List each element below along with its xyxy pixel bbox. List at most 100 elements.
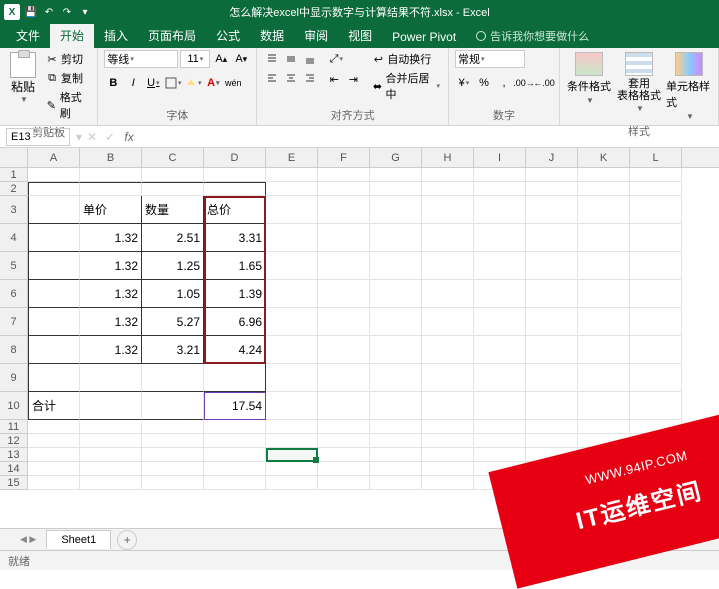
cell[interactable]: [370, 448, 422, 462]
sheet-nav-arrows[interactable]: ◀ ▶: [20, 534, 36, 545]
cell[interactable]: 单价: [80, 196, 142, 224]
col-header-a[interactable]: A: [28, 148, 80, 167]
cell[interactable]: [526, 252, 578, 280]
cell[interactable]: [578, 420, 630, 434]
cell[interactable]: [578, 462, 630, 476]
cell[interactable]: [474, 392, 526, 420]
cell[interactable]: 合计: [28, 392, 80, 420]
comma-format-button[interactable]: ,: [495, 74, 513, 92]
cell[interactable]: [80, 168, 142, 182]
cell[interactable]: [526, 168, 578, 182]
tell-me-search[interactable]: 告诉我你想要做什么: [476, 28, 589, 44]
cell[interactable]: [142, 364, 204, 392]
cell[interactable]: [526, 434, 578, 448]
number-format-select[interactable]: 常规: [455, 50, 525, 68]
increase-font-button[interactable]: A▴: [212, 50, 230, 68]
cell[interactable]: [266, 280, 318, 308]
cell[interactable]: [28, 196, 80, 224]
cell[interactable]: [630, 364, 682, 392]
cell[interactable]: [370, 252, 422, 280]
cell[interactable]: [318, 252, 370, 280]
col-header-d[interactable]: D: [204, 148, 266, 167]
align-bottom-button[interactable]: [301, 50, 319, 68]
cell[interactable]: [474, 476, 526, 490]
cell[interactable]: [28, 448, 80, 462]
cell[interactable]: [474, 462, 526, 476]
row-header[interactable]: 2: [0, 182, 28, 196]
cell[interactable]: [474, 280, 526, 308]
cell[interactable]: [526, 420, 578, 434]
cell[interactable]: [370, 196, 422, 224]
percent-format-button[interactable]: %: [475, 74, 493, 92]
cell[interactable]: [474, 252, 526, 280]
qat-redo-button[interactable]: ↷: [60, 5, 74, 19]
cell[interactable]: [630, 434, 682, 448]
merge-center-button[interactable]: ⬌合并后居中: [370, 69, 442, 103]
cell[interactable]: [142, 168, 204, 182]
cell[interactable]: 总价: [204, 196, 266, 224]
col-header-f[interactable]: F: [318, 148, 370, 167]
cell[interactable]: [318, 308, 370, 336]
align-center-button[interactable]: [282, 69, 300, 87]
cell[interactable]: [142, 434, 204, 448]
col-header-b[interactable]: B: [80, 148, 142, 167]
cell[interactable]: [266, 434, 318, 448]
cell[interactable]: [28, 182, 80, 196]
cell[interactable]: [80, 392, 142, 420]
cell[interactable]: [474, 196, 526, 224]
row-header[interactable]: 10: [0, 392, 28, 420]
cell[interactable]: 1.05: [142, 280, 204, 308]
cell[interactable]: [630, 448, 682, 462]
col-header-k[interactable]: K: [578, 148, 630, 167]
cell[interactable]: [526, 364, 578, 392]
cell[interactable]: [80, 434, 142, 448]
align-top-button[interactable]: [263, 50, 281, 68]
cut-button[interactable]: ✂剪切: [44, 50, 91, 68]
new-sheet-button[interactable]: +: [117, 530, 137, 550]
cell[interactable]: [204, 448, 266, 462]
cell[interactable]: 1.32: [80, 336, 142, 364]
cell[interactable]: 1.32: [80, 280, 142, 308]
align-right-button[interactable]: [301, 69, 319, 87]
cell[interactable]: [526, 280, 578, 308]
cell[interactable]: [266, 364, 318, 392]
cell[interactable]: [142, 182, 204, 196]
cell[interactable]: [474, 308, 526, 336]
cell[interactable]: [266, 308, 318, 336]
cell[interactable]: [526, 196, 578, 224]
cell[interactable]: [28, 252, 80, 280]
cell[interactable]: [422, 364, 474, 392]
cell[interactable]: [422, 420, 474, 434]
tab-home[interactable]: 开始: [50, 23, 94, 48]
cell[interactable]: [422, 224, 474, 252]
cell[interactable]: 1.65: [204, 252, 266, 280]
cell[interactable]: [630, 392, 682, 420]
cell[interactable]: [526, 336, 578, 364]
cell[interactable]: [370, 392, 422, 420]
cell[interactable]: [204, 434, 266, 448]
col-header-l[interactable]: L: [630, 148, 682, 167]
cell[interactable]: [578, 224, 630, 252]
cell[interactable]: [142, 462, 204, 476]
tab-insert[interactable]: 插入: [94, 23, 138, 48]
cell[interactable]: [422, 448, 474, 462]
cell[interactable]: [630, 462, 682, 476]
cell[interactable]: [142, 476, 204, 490]
cell[interactable]: [28, 224, 80, 252]
decrease-indent-button[interactable]: ⇤: [325, 70, 343, 88]
cell[interactable]: [266, 392, 318, 420]
cell[interactable]: [422, 182, 474, 196]
cell[interactable]: [266, 196, 318, 224]
cell[interactable]: [630, 476, 682, 490]
cell[interactable]: 1.32: [80, 224, 142, 252]
font-name-select[interactable]: 等线: [104, 50, 178, 68]
cell[interactable]: [266, 182, 318, 196]
col-header-i[interactable]: I: [474, 148, 526, 167]
cell[interactable]: [318, 392, 370, 420]
cell[interactable]: [630, 224, 682, 252]
row-header[interactable]: 11: [0, 420, 28, 434]
cell[interactable]: [578, 308, 630, 336]
cell[interactable]: [28, 280, 80, 308]
cell[interactable]: [28, 336, 80, 364]
align-middle-button[interactable]: [282, 50, 300, 68]
